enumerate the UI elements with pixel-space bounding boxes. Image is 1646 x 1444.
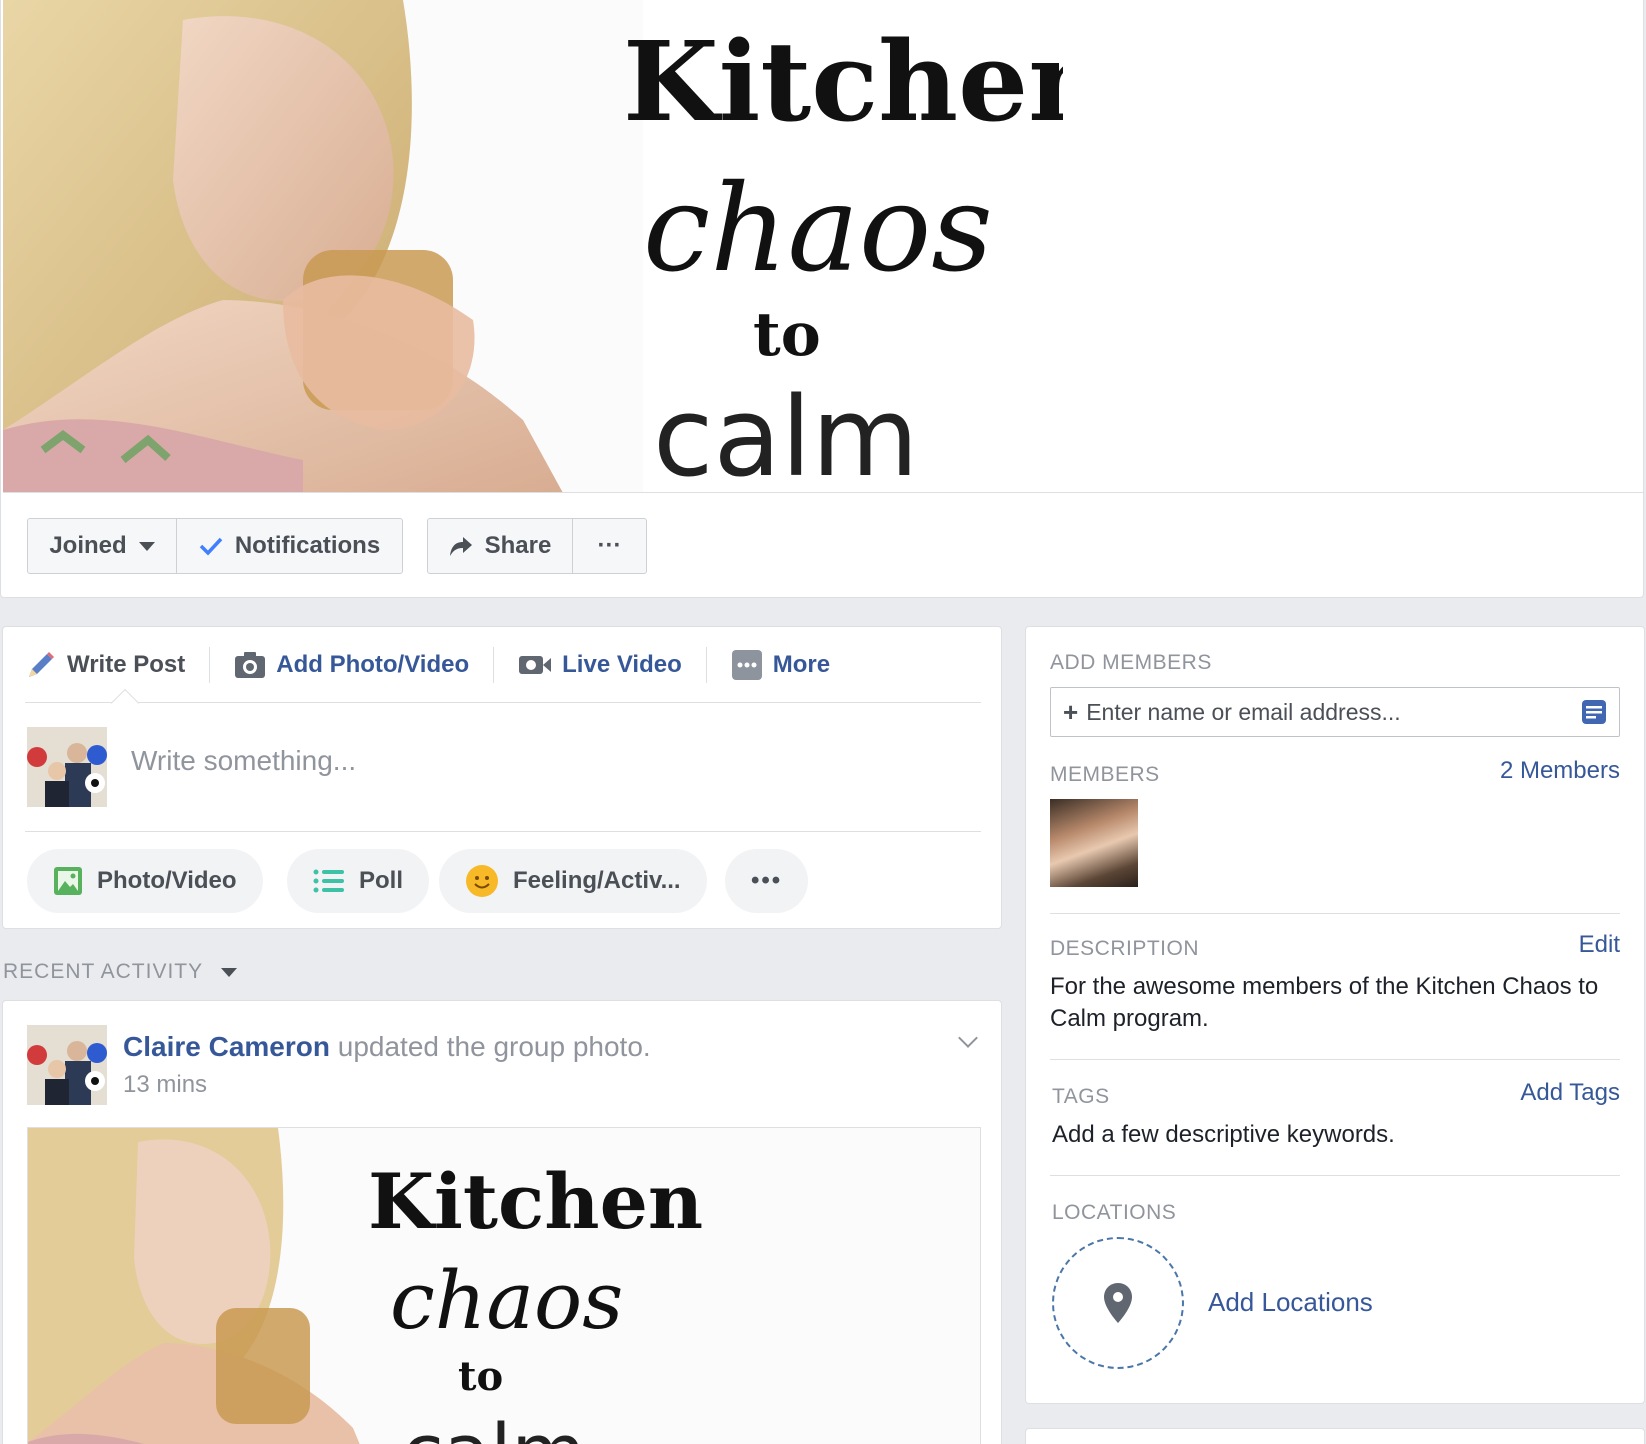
svg-text:to: to bbox=[458, 1353, 503, 1400]
sidebar-next-card bbox=[1025, 1428, 1645, 1444]
divider bbox=[1050, 1059, 1620, 1060]
avatar[interactable] bbox=[27, 727, 107, 807]
add-location-circle[interactable] bbox=[1052, 1237, 1184, 1369]
svg-text:Kitchen: Kitchen bbox=[368, 1157, 703, 1246]
group-photo-image: Kitchen chaos to calm bbox=[28, 1128, 980, 1444]
add-members-input[interactable]: + Enter name or email address... bbox=[1050, 687, 1620, 737]
cover-photo[interactable]: Kitchen chaos to calm bbox=[3, 0, 1643, 493]
share-label: Share bbox=[484, 532, 552, 559]
cover-woman-image bbox=[3, 0, 643, 492]
share-arrow-icon bbox=[449, 537, 472, 556]
post-header: Claire Cameron updated the group photo. bbox=[123, 1031, 651, 1063]
tab-write-post[interactable]: Write Post bbox=[25, 646, 211, 683]
add-tags-link[interactable]: Add Tags bbox=[1520, 1079, 1620, 1107]
pill-label: Photo/Video bbox=[97, 867, 237, 894]
pencil-icon bbox=[29, 651, 54, 677]
joined-button[interactable]: Joined bbox=[27, 518, 177, 574]
avatar[interactable] bbox=[27, 1025, 107, 1105]
recent-activity-label: RECENT ACTIVITY bbox=[3, 960, 204, 983]
feeling-activity-pill[interactable]: Feeling/Activ... bbox=[439, 849, 707, 913]
add-locations-link[interactable]: Add Locations bbox=[1208, 1287, 1373, 1318]
pill-label: Feeling/Activ... bbox=[513, 867, 681, 894]
avatar-photo bbox=[27, 1025, 107, 1105]
more-options-button[interactable]: ··· bbox=[572, 518, 647, 574]
svg-text:Kitchen: Kitchen bbox=[623, 17, 1063, 146]
more-icon bbox=[731, 649, 762, 680]
chevron-down-icon bbox=[221, 967, 238, 977]
composer-tabs: Write Post Add Photo/Video Live Video Mo… bbox=[25, 627, 981, 703]
more-dots-icon: ••• bbox=[751, 867, 783, 894]
tags-text: Add a few descriptive keywords. bbox=[1052, 1121, 1395, 1148]
more-dots-icon: ··· bbox=[597, 532, 622, 559]
tab-label: Write Post bbox=[67, 650, 186, 678]
share-button[interactable]: Share bbox=[427, 518, 573, 574]
divider bbox=[1050, 913, 1620, 914]
svg-text:calm: calm bbox=[402, 1407, 586, 1444]
poll-pill[interactable]: Poll bbox=[287, 849, 430, 913]
svg-text:chaos: chaos bbox=[643, 160, 993, 299]
tab-label: Add Photo/Video bbox=[276, 650, 470, 678]
chevron-down-icon bbox=[138, 541, 155, 551]
recent-activity-dropdown[interactable]: RECENT ACTIVITY bbox=[3, 960, 238, 984]
feed-post: Claire Cameron updated the group photo. … bbox=[2, 1000, 1002, 1444]
svg-text:chaos: chaos bbox=[390, 1254, 623, 1347]
video-camera-icon bbox=[519, 655, 552, 674]
author-name-link[interactable]: Claire Cameron bbox=[123, 1031, 330, 1062]
edit-description-link[interactable]: Edit bbox=[1579, 931, 1620, 959]
divider bbox=[1050, 1175, 1620, 1176]
locations-heading: LOCATIONS bbox=[1052, 1201, 1177, 1224]
post-image[interactable]: Kitchen chaos to calm bbox=[27, 1127, 981, 1444]
write-something-input[interactable]: Write something... bbox=[131, 745, 356, 777]
notifications-button[interactable]: Notifications bbox=[176, 518, 403, 574]
photo-icon bbox=[54, 867, 82, 895]
map-pin-icon bbox=[1104, 1283, 1132, 1323]
cover-title-art: Kitchen chaos to calm bbox=[623, 17, 1063, 493]
list-icon bbox=[313, 869, 344, 893]
members-heading: MEMBERS bbox=[1050, 763, 1160, 786]
description-text: For the awesome members of the Kitchen C… bbox=[1050, 973, 1599, 1032]
tab-label: Live Video bbox=[562, 650, 682, 678]
post-timestamp[interactable]: 13 mins bbox=[123, 1071, 207, 1099]
group-info-sidebar: ADD MEMBERS + Enter name or email addres… bbox=[1025, 626, 1645, 1404]
svg-text:calm: calm bbox=[653, 373, 919, 493]
pill-label: Poll bbox=[359, 867, 404, 894]
plus-icon: + bbox=[1063, 696, 1079, 727]
add-members-placeholder: Enter name or email address... bbox=[1086, 698, 1401, 725]
more-options-pill[interactable]: ••• bbox=[725, 849, 809, 913]
avatar-photo bbox=[27, 727, 107, 807]
post-action-text: updated the group photo. bbox=[329, 1031, 651, 1062]
chevron-down-icon[interactable] bbox=[958, 1028, 978, 1048]
post-composer: Write Post Add Photo/Video Live Video Mo… bbox=[2, 626, 1002, 929]
members-count-link[interactable]: 2 Members bbox=[1500, 757, 1620, 785]
add-members-heading: ADD MEMBERS bbox=[1050, 651, 1212, 674]
tab-label: More bbox=[772, 650, 831, 678]
svg-text:to: to bbox=[753, 300, 821, 370]
tags-heading: TAGS bbox=[1052, 1085, 1110, 1108]
checkmark-icon bbox=[199, 537, 223, 556]
divider bbox=[25, 831, 981, 832]
joined-label: Joined bbox=[49, 532, 127, 559]
tab-live-video[interactable]: Live Video bbox=[518, 646, 707, 683]
notifications-label: Notifications bbox=[234, 532, 381, 559]
photo-video-pill[interactable]: Photo/Video bbox=[27, 849, 263, 913]
group-cover-card: Kitchen chaos to calm Joined Notificatio… bbox=[0, 0, 1644, 598]
member-avatar[interactable] bbox=[1050, 799, 1138, 887]
smiley-icon bbox=[466, 865, 498, 897]
description-heading: DESCRIPTION bbox=[1050, 937, 1200, 960]
tab-more[interactable]: More bbox=[731, 647, 854, 683]
contact-list-icon[interactable] bbox=[1581, 699, 1607, 725]
tab-add-photo-video[interactable]: Add Photo/Video bbox=[234, 646, 495, 683]
camera-icon bbox=[235, 651, 266, 678]
